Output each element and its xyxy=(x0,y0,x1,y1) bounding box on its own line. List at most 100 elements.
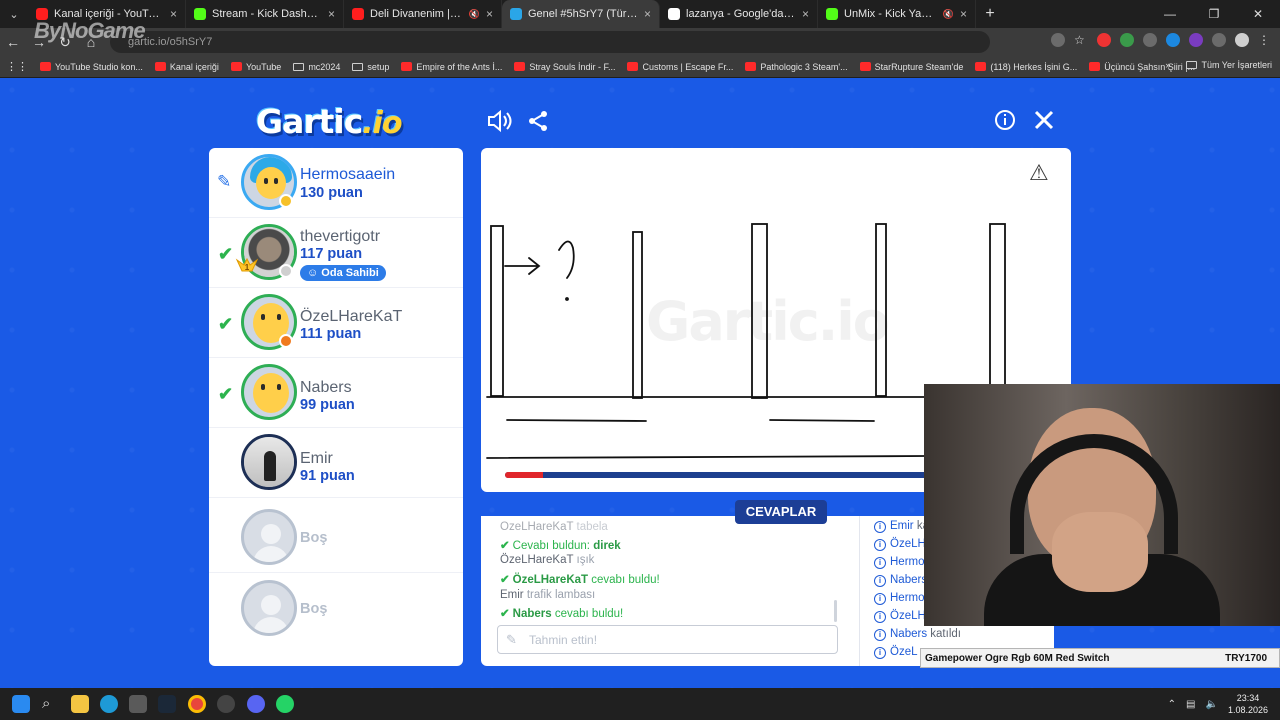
bookmark-item[interactable]: StarRupture Steam'de xyxy=(859,61,964,72)
chat-message: ÖzeLHareKaT ışık xyxy=(500,554,594,566)
share-icon[interactable] xyxy=(527,110,549,136)
tab-close-icon[interactable]: × xyxy=(802,7,809,21)
report-warning-icon[interactable]: ⚠ xyxy=(1029,160,1049,186)
tab-close-icon[interactable]: × xyxy=(328,7,335,21)
bookmark-item[interactable]: Pathologic 3 Steam'... xyxy=(745,62,848,72)
logo-suffix: .io xyxy=(362,106,402,141)
ticker-price: TRY1700 xyxy=(1225,652,1267,664)
all-bookmarks-label: Tüm Yer İşaretleri xyxy=(1201,60,1272,70)
search-icon[interactable]: ⌕ xyxy=(42,695,60,713)
browser-menu-icon[interactable]: ⋮ xyxy=(1258,33,1272,47)
obs-icon[interactable] xyxy=(217,695,235,713)
drawn-pole xyxy=(875,223,887,397)
drawn-line xyxy=(506,419,647,422)
chat-message-found: ✔ Cevabı buldun: direk xyxy=(500,538,621,552)
bookmark-item[interactable]: Customs | Escape Fr... xyxy=(627,62,733,72)
chat-scrollbar[interactable] xyxy=(834,600,837,622)
bookmark-item[interactable]: setup xyxy=(352,62,389,72)
clock[interactable]: 23:34 1.08.2026 xyxy=(1228,692,1268,716)
player-row[interactable]: Emir 91 puan xyxy=(209,428,463,498)
bookmark-star-icon[interactable]: ☆ xyxy=(1074,33,1088,47)
guess-input-placeholder: Tahmin ettin! xyxy=(529,633,598,647)
guess-input[interactable]: ✎ Tahmin ettin! xyxy=(497,625,838,654)
back-icon[interactable]: ← xyxy=(0,34,26,50)
cast-icon[interactable] xyxy=(1051,33,1065,47)
info-icon: i xyxy=(874,557,886,569)
tab-title: Deli Divanenim | YouTube xyxy=(370,8,463,20)
player-row[interactable]: ✔ Nabers 99 puan xyxy=(209,358,463,428)
bookmark-label: setup xyxy=(367,61,390,72)
avatar-body xyxy=(253,546,289,562)
extension-icon[interactable] xyxy=(1166,33,1180,47)
bookmark-item[interactable]: YouTube xyxy=(230,62,281,72)
bookmark-label: YouTube Studio kon... xyxy=(55,61,143,72)
info-icon[interactable] xyxy=(994,109,1016,135)
all-bookmarks-folder[interactable]: Tüm Yer İşaretleri xyxy=(1186,60,1272,70)
discord-icon[interactable] xyxy=(247,695,265,713)
close-game-icon[interactable] xyxy=(1033,109,1055,135)
bookmark-item[interactable]: Stray Souls İndir - F... xyxy=(514,62,615,72)
browser-tab[interactable]: Genel #5hSrY7 (Türkçe) - Gartic × xyxy=(502,0,660,28)
clock-date: 1.08.2026 xyxy=(1227,705,1268,715)
tab-list: Kanal içeriği - YouTube Studio×Stream - … xyxy=(28,0,976,28)
log-entry: i ÖzeLH xyxy=(874,610,926,623)
extension-icon[interactable] xyxy=(1097,33,1111,47)
tab-close-icon[interactable]: × xyxy=(644,7,651,21)
player-name: Hermosaaein xyxy=(300,166,396,183)
player-row[interactable]: ✔ ÖzeLHareKaT 111 puan xyxy=(209,288,463,358)
bookmark-item[interactable]: (118) Herkes İşini G... xyxy=(975,62,1077,72)
bookmark-item[interactable]: mc2024 xyxy=(293,62,340,72)
minimize-icon[interactable]: — xyxy=(1148,0,1192,28)
start-icon[interactable] xyxy=(12,695,30,713)
bookmark-favicon-icon xyxy=(627,62,639,71)
chat-user: Nabers xyxy=(512,608,552,620)
steam-icon[interactable] xyxy=(158,695,176,713)
avatar-body xyxy=(253,617,289,633)
browser-tab[interactable]: Deli Divanenim | YouTube 🔇 × xyxy=(344,0,502,28)
network-icon[interactable]: ▤ xyxy=(1186,699,1195,710)
extension-icon[interactable] xyxy=(1189,33,1203,47)
extensions-puzzle-icon[interactable] xyxy=(1212,33,1226,47)
sound-icon[interactable] xyxy=(486,109,512,137)
whatsapp-icon[interactable] xyxy=(276,695,294,713)
apps-icon[interactable]: ⋮⋮ xyxy=(6,60,28,73)
gartic-logo[interactable]: Gartic.io xyxy=(256,102,403,141)
browser-tab[interactable]: Stream - Kick Dashboard × xyxy=(186,0,344,28)
drawn-question-mark xyxy=(558,240,575,279)
tab-close-icon[interactable]: × xyxy=(170,7,177,21)
volume-icon[interactable]: 🔈 xyxy=(1206,699,1218,710)
file-explorer-icon[interactable] xyxy=(71,695,89,713)
muted-icon[interactable]: 🔇 xyxy=(469,9,480,20)
bookmark-favicon-icon xyxy=(1089,62,1101,71)
bookmark-item[interactable]: Kanal içeriği xyxy=(154,62,219,72)
bookmark-item[interactable]: YouTube Studio kon... xyxy=(40,62,143,72)
empty-slot-label: Boş xyxy=(300,601,328,617)
profile-avatar[interactable] xyxy=(1235,33,1249,47)
bookmark-item[interactable]: Empire of the Ants İ... xyxy=(401,62,502,72)
player-row[interactable]: ✎ Hermosaaein 130 puan xyxy=(209,148,463,218)
stream-ticker: Gamepower Ogre Rgb 60M Red Switch TRY170… xyxy=(920,648,1280,668)
store-icon[interactable] xyxy=(129,695,147,713)
extension-icon[interactable] xyxy=(1143,33,1157,47)
browser-tab[interactable]: lazanya - Google'da Ara × xyxy=(660,0,818,28)
tray-overflow-icon[interactable]: ⌃ xyxy=(1168,699,1176,710)
system-tray: ⌃ ▤ 🔈 23:34 1.08.2026 xyxy=(1168,688,1280,720)
tab-search-icon[interactable]: ⌄ xyxy=(0,0,28,28)
bookmarks-overflow-icon[interactable]: » xyxy=(1165,60,1170,70)
new-tab-button[interactable]: + xyxy=(976,0,1004,28)
tab-close-icon[interactable]: × xyxy=(486,7,493,21)
tab-close-icon[interactable]: × xyxy=(960,7,967,21)
log-entry: i ÖzeL xyxy=(874,646,918,659)
muted-icon[interactable]: 🔇 xyxy=(943,9,954,20)
bookmark-label: StarRupture Steam'de xyxy=(874,61,964,72)
close-window-icon[interactable]: ✕ xyxy=(1236,0,1280,28)
chrome-icon[interactable] xyxy=(188,695,206,713)
browser-tab[interactable]: UnMix - Kick Yayınları İçin 🔇 × xyxy=(818,0,976,28)
answers-header: CEVAPLAR xyxy=(735,500,827,524)
edge-icon[interactable] xyxy=(100,695,118,713)
extension-icon[interactable] xyxy=(1120,33,1134,47)
answers-panel: ÖzeLHareKaT tabela ✔ Cevabı buldun: direk… xyxy=(481,516,859,666)
url-field[interactable]: gartic.io/o5hSrY7 xyxy=(110,31,990,53)
drawn-line xyxy=(486,455,927,459)
restore-icon[interactable]: ❐ xyxy=(1192,0,1236,28)
